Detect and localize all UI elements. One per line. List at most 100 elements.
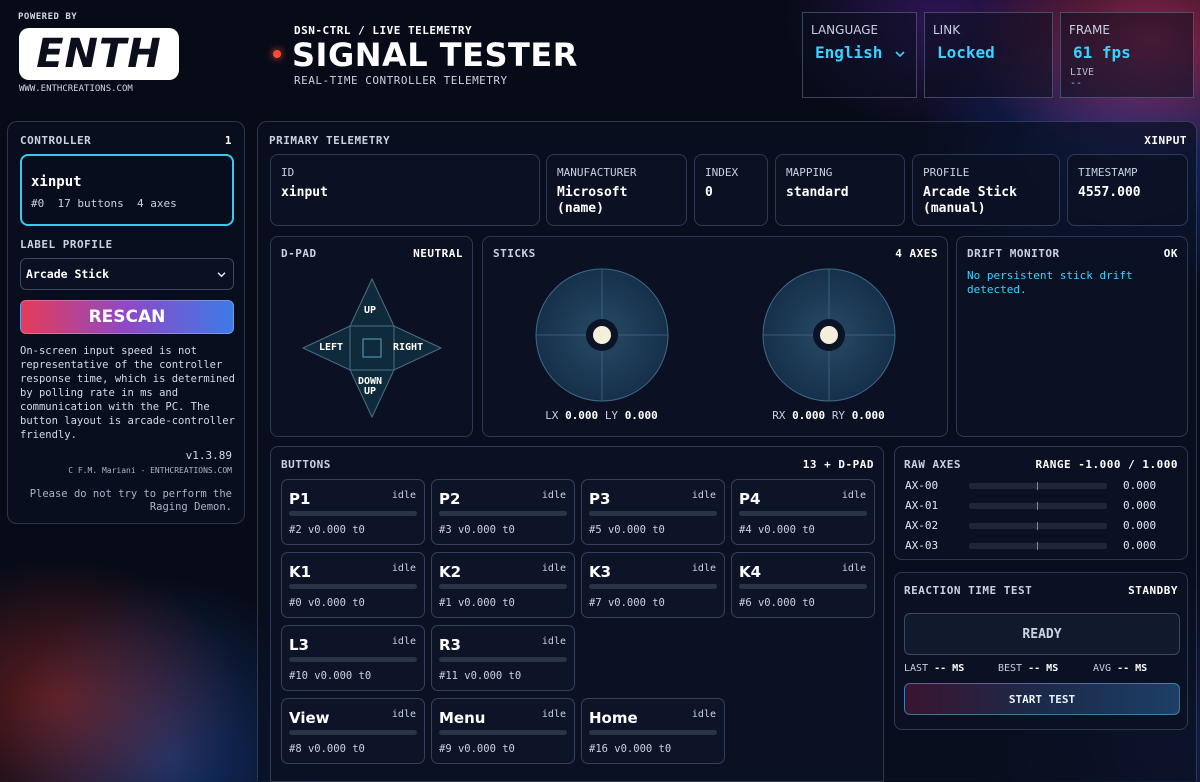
axis-value: 0.000 <box>1123 519 1157 532</box>
version: v1.3.89 <box>185 449 232 462</box>
info-index: INDEX 0 <box>694 154 768 226</box>
button-card-p4[interactable]: P4 idle #4 v0.000 t0 <box>731 479 875 545</box>
button-name: P3 <box>589 490 611 508</box>
frame-live: LIVE <box>1070 67 1095 78</box>
controller-details: #0 17 buttons 4 axes <box>31 197 177 210</box>
dpad-center <box>349 325 395 371</box>
axis-label: AX-02 <box>905 519 939 532</box>
button-level-bar <box>589 511 717 516</box>
label-profile-label: LABEL PROFILE <box>20 238 113 251</box>
button-card-k2[interactable]: K2 idle #1 v0.000 t0 <box>431 552 575 618</box>
label-profile-select[interactable]: Arcade Stick <box>20 258 234 290</box>
button-card-view[interactable]: View idle #8 v0.000 t0 <box>281 698 425 764</box>
telemetry-api: XINPUT <box>1144 134 1187 147</box>
ly-label: LY <box>604 409 619 422</box>
info-label: INDEX <box>705 166 739 179</box>
sticks-card: STICKS 4 AXES LX 0.000 LY 0.000 RX 0.000… <box>482 236 948 437</box>
axis-center-marker <box>1037 542 1038 550</box>
buttons-count: 13 + D-PAD <box>802 458 874 471</box>
button-meta: #6 v0.000 t0 <box>739 597 815 609</box>
info-label: MANUFACTURER <box>557 166 637 179</box>
language-selector[interactable]: LANGUAGE English <box>802 12 917 98</box>
button-meta: #16 v0.000 t0 <box>589 743 672 755</box>
info-mapping: MAPPING standard <box>775 154 905 226</box>
axis-track <box>969 482 1107 490</box>
link-value: Locked <box>937 43 995 62</box>
rx-value: 0.000 <box>792 409 826 422</box>
buttons-card: BUTTONS 13 + D-PAD P1 idle #2 v0.000 t0 P2 i… <box>270 446 884 782</box>
powered-by-label: POWERED BY <box>18 12 78 22</box>
reaction-avg: AVG -- MS <box>1093 663 1147 674</box>
button-card-p3[interactable]: P3 idle #5 v0.000 t0 <box>581 479 725 545</box>
dpad-right-text: RIGHT <box>393 342 424 353</box>
chevron-down-icon <box>895 51 905 58</box>
chevron-down-icon <box>217 272 226 278</box>
info-label: PROFILE <box>923 166 970 179</box>
button-level-bar <box>289 511 417 516</box>
button-level-bar <box>289 584 417 589</box>
axis-label: AX-00 <box>905 479 939 492</box>
dpad-up-text: UP <box>364 305 377 316</box>
button-meta: #3 v0.000 t0 <box>439 524 515 536</box>
button-state: idle <box>541 709 566 720</box>
frame-value: 61 fps <box>1073 43 1131 62</box>
dpad-up-label: UP <box>364 386 377 397</box>
info-timestamp: TIMESTAMP 4557.000 <box>1067 154 1188 226</box>
best-value: -- MS <box>1028 663 1059 674</box>
language-value: English <box>815 43 883 62</box>
button-state: idle <box>691 563 716 574</box>
raw-axes-card: RAW AXES RANGE -1.000 / 1.000 AX-00 0.000… <box>894 446 1188 560</box>
button-card-k1[interactable]: K1 idle #0 v0.000 t0 <box>281 552 425 618</box>
drift-message: No persistent stick drift detected. <box>967 269 1133 296</box>
button-level-bar <box>739 511 867 516</box>
button-card-p1[interactable]: P1 idle #2 v0.000 t0 <box>281 479 425 545</box>
button-meta: #0 v0.000 t0 <box>289 597 365 609</box>
button-level-bar <box>439 511 567 516</box>
info-value: Microsoft (name) <box>557 185 628 216</box>
dpad-card: D-PAD NEUTRAL UP <box>270 236 473 437</box>
start-test-button[interactable]: START TEST <box>904 683 1180 715</box>
button-meta: #2 v0.000 t0 <box>289 524 365 536</box>
controller-count: 1 <box>224 134 232 147</box>
button-state: idle <box>541 563 566 574</box>
button-name: K2 <box>439 563 462 581</box>
frame-status: FRAME 61 fps LIVE -- <box>1060 12 1194 98</box>
last-value: -- MS <box>934 663 965 674</box>
button-card-r3[interactable]: R3 idle #11 v0.000 t0 <box>431 625 575 691</box>
dpad-state: NEUTRAL <box>413 247 463 260</box>
page-title: SIGNAL TESTER <box>292 36 578 74</box>
left-stick <box>535 268 669 402</box>
button-card-home[interactable]: Home idle #16 v0.000 t0 <box>581 698 725 764</box>
button-card-p2[interactable]: P2 idle #3 v0.000 t0 <box>431 479 575 545</box>
right-stick <box>762 268 896 402</box>
info-profile: PROFILE Arcade Stick (manual) <box>912 154 1060 226</box>
button-card-l3[interactable]: L3 idle #10 v0.000 t0 <box>281 625 425 691</box>
button-state: idle <box>841 490 866 501</box>
axis-track <box>969 542 1107 550</box>
brand: POWERED BY ENTH WWW.ENTHCREATIONS.COM <box>18 12 246 96</box>
site-link[interactable]: WWW.ENTHCREATIONS.COM <box>19 84 133 94</box>
axis-center-marker <box>1037 502 1038 510</box>
dpad-up[interactable] <box>349 277 395 327</box>
button-state: idle <box>691 709 716 720</box>
button-card-k3[interactable]: K3 idle #7 v0.000 t0 <box>581 552 725 618</box>
info-value: standard <box>786 185 849 200</box>
button-level-bar <box>589 584 717 589</box>
buttons-title: BUTTONS <box>281 458 331 471</box>
enth-logo[interactable]: ENTH <box>19 28 179 80</box>
axis-value: 0.000 <box>1123 479 1157 492</box>
button-card-k4[interactable]: K4 idle #6 v0.000 t0 <box>731 552 875 618</box>
button-name: K4 <box>739 563 762 581</box>
easter-note: Please do not try to perform the Raging … <box>29 488 232 513</box>
rescan-button[interactable]: RESCAN <box>20 300 234 334</box>
reaction-pad[interactable]: READY <box>904 613 1180 655</box>
button-card-menu[interactable]: Menu idle #9 v0.000 t0 <box>431 698 575 764</box>
axis-label: AX-03 <box>905 539 939 552</box>
button-name: L3 <box>289 636 309 654</box>
copyright: C F.M. Mariani - ENTHCREATIONS.COM <box>68 466 232 475</box>
button-name: Menu <box>439 709 486 727</box>
drift-monitor-card: DRIFT MONITOR OK No persistent stick dri… <box>956 236 1188 437</box>
axis-value: 0.000 <box>1123 539 1157 552</box>
axis-row: AX-01 0.000 <box>905 499 1165 513</box>
controller-card[interactable]: xinput #0 17 buttons 4 axes <box>20 154 234 226</box>
